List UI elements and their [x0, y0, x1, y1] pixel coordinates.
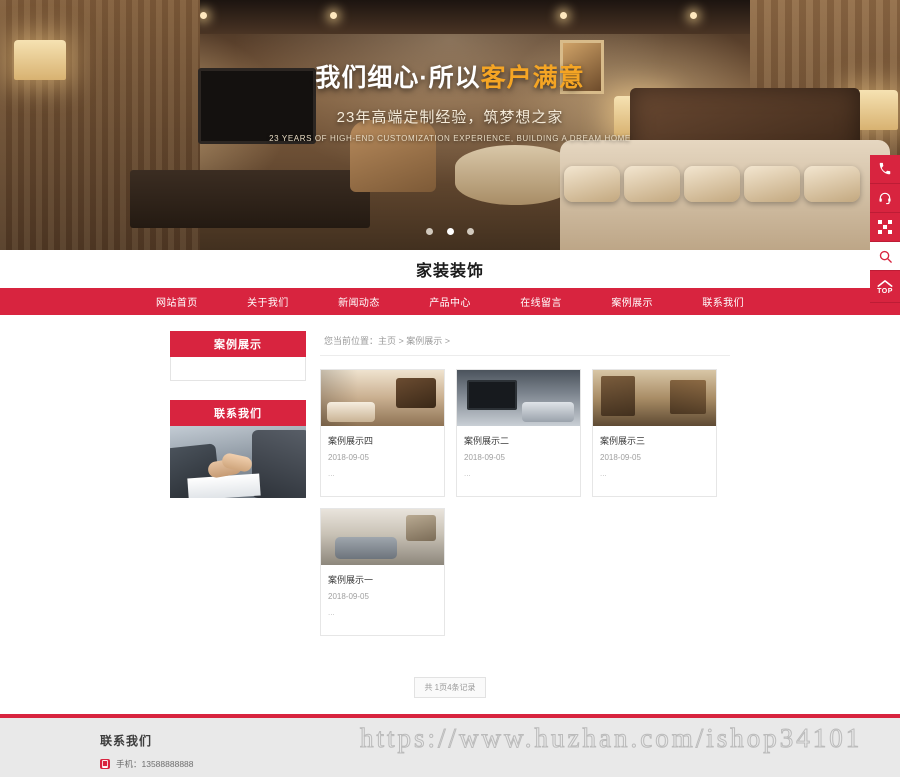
case-desc: ... — [328, 608, 335, 617]
mobile-phone-icon — [100, 759, 110, 769]
floating-side-toolbar[interactable]: TOP — [870, 155, 900, 303]
nav-item-news[interactable]: 新闻动态 — [332, 290, 386, 313]
banner-pillow — [804, 166, 860, 202]
sidebar-contact-header[interactable]: 联系我们 — [170, 400, 306, 426]
banner-headline-main: 我们细心·所以 — [315, 64, 481, 92]
banner-pillow — [744, 166, 800, 202]
ceiling-light — [560, 12, 567, 19]
qrcode-glyph — [878, 220, 892, 234]
top-arrow-icon[interactable]: TOP — [870, 271, 900, 303]
banner-pillow — [564, 166, 620, 202]
case-card-body: 案例展示四 2018-09-05 ... — [321, 426, 444, 496]
carousel-dot-3[interactable] — [466, 228, 474, 235]
main-navigation[interactable]: 网站首页 关于我们 新闻动态 产品中心 在线留言 案例展示 联系我们 — [0, 288, 900, 315]
carousel-dot-1[interactable] — [426, 228, 434, 235]
case-thumbnail[interactable] — [321, 509, 444, 565]
page-title: 家装装饰 — [415, 263, 484, 280]
case-title[interactable]: 案例展示一 — [328, 573, 437, 586]
case-card-body: 案例展示一 2018-09-05 ... — [321, 565, 444, 635]
case-title[interactable]: 案例展示二 — [464, 434, 573, 447]
sidebar-handshake-image — [170, 426, 306, 498]
hero-banner: 我们细心·所以客户满意 23年高端定制经验，筑梦想之家 23 YEARS OF … — [0, 0, 900, 250]
pagination-summary: 共 1页4条记录 — [414, 677, 486, 698]
case-thumbnail[interactable] — [321, 370, 444, 426]
main-content: 案例展示 联系我们 您当前位置：主页 > 案例展示 > 案例展示四 2018-0… — [0, 315, 900, 658]
qrcode-icon[interactable] — [870, 213, 900, 242]
left-sidebar: 案例展示 联系我们 — [170, 331, 306, 658]
case-card-body: 案例展示三 2018-09-05 ... — [593, 426, 716, 496]
case-desc: ... — [328, 469, 335, 478]
ceiling-light — [690, 12, 697, 19]
case-card-body: 案例展示二 2018-09-05 ... — [457, 426, 580, 496]
case-thumbnail[interactable] — [593, 370, 716, 426]
banner-text-block: 我们细心·所以客户满意 23年高端定制经验，筑梦想之家 23 YEARS OF … — [0, 58, 900, 143]
case-date: 2018-09-05 — [600, 453, 641, 462]
handshake-documents — [187, 473, 261, 498]
case-title[interactable]: 案例展示四 — [328, 434, 437, 447]
ceiling-light — [330, 12, 337, 19]
case-date: 2018-09-05 — [464, 453, 505, 462]
nav-items: 网站首页 关于我们 新闻动态 产品中心 在线留言 案例展示 联系我们 — [150, 290, 750, 313]
case-card[interactable]: 案例展示一 2018-09-05 ... — [320, 508, 445, 636]
nav-item-contact[interactable]: 联系我们 — [696, 290, 750, 313]
banner-headline: 我们细心·所以客户满意 — [0, 58, 900, 94]
headset-icon[interactable] — [870, 184, 900, 213]
case-thumbnail[interactable] — [457, 370, 580, 426]
sidebar-category-list — [170, 357, 306, 381]
case-card[interactable]: 案例展示三 2018-09-05 ... — [592, 369, 717, 497]
ceiling-light — [200, 12, 207, 19]
nav-item-cases[interactable]: 案例展示 — [605, 290, 659, 313]
sidebar-category-header[interactable]: 案例展示 — [170, 331, 306, 357]
case-card-grid: 案例展示四 2018-09-05 ... 案例展示二 2018-09-05 ..… — [320, 369, 730, 636]
case-card[interactable]: 案例展示二 2018-09-05 ... — [456, 369, 581, 497]
footer-title: 联系我们 — [100, 734, 153, 748]
page-root: 我们细心·所以客户满意 23年高端定制经验，筑梦想之家 23 YEARS OF … — [0, 0, 900, 777]
banner-headline-accent: 客户满意 — [480, 64, 585, 92]
case-desc: ... — [464, 469, 471, 478]
nav-item-home[interactable]: 网站首页 — [150, 290, 204, 313]
banner-english-line: 23 YEARS OF HIGH-END CUSTOMIZATION EXPER… — [269, 134, 631, 143]
banner-cabinet — [130, 170, 370, 228]
case-title[interactable]: 案例展示三 — [600, 434, 709, 447]
top-label: TOP — [877, 287, 893, 295]
nav-item-about[interactable]: 关于我们 — [241, 290, 295, 313]
footer-content: 联系我们 手机：13588888888 邮箱：9490489@qq.com 地址… — [100, 718, 800, 777]
banner-subline: 23年高端定制经验，筑梦想之家 — [336, 109, 564, 126]
banner-pillow — [624, 166, 680, 202]
pagination: 共 1页4条记录 — [170, 677, 730, 698]
case-date: 2018-09-05 — [328, 453, 369, 462]
case-list-content: 您当前位置：主页 > 案例展示 > 案例展示四 2018-09-05 ... 案… — [320, 331, 730, 658]
nav-item-products[interactable]: 产品中心 — [423, 290, 477, 313]
banner-table — [455, 145, 575, 205]
carousel-dot-2[interactable] — [446, 228, 454, 235]
site-footer: 联系我们 手机：13588888888 邮箱：9490489@qq.com 地址… — [0, 718, 900, 777]
case-card[interactable]: 案例展示四 2018-09-05 ... — [320, 369, 445, 497]
case-date: 2018-09-05 — [328, 592, 369, 601]
content-wrapper: 案例展示 联系我们 您当前位置：主页 > 案例展示 > 案例展示四 2018-0… — [170, 331, 730, 658]
footer-phone: 手机：13588888888 — [116, 759, 194, 769]
nav-item-message[interactable]: 在线留言 — [514, 290, 568, 313]
case-desc: ... — [600, 469, 607, 478]
carousel-dots[interactable] — [0, 224, 900, 238]
logo-bar: 家装装饰 — [0, 250, 900, 288]
phone-icon[interactable] — [870, 155, 900, 184]
breadcrumb: 您当前位置：主页 > 案例展示 > — [320, 331, 730, 356]
search-icon[interactable] — [870, 242, 900, 271]
footer-phone-row: 手机：13588888888 — [100, 758, 800, 770]
banner-pillow — [684, 166, 740, 202]
